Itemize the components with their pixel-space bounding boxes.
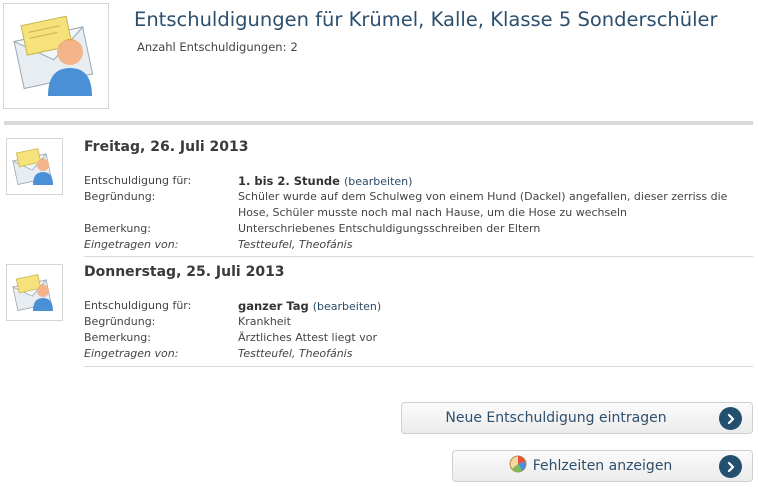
page-title: Entschuldigungen für Krümel, Kalle, Klas… [134, 8, 718, 31]
row-entered-by: Eingetragen von: Testteufel, Theofánis [84, 237, 754, 253]
edit-link[interactable]: (bearbeiten) [344, 175, 412, 188]
remark-label: Bemerkung: [84, 222, 151, 235]
count-label: Anzahl Entschuldigungen: [137, 40, 287, 54]
reason-label: Begründung: [84, 315, 156, 328]
entry-divider [84, 366, 753, 367]
entered-by-value: Testteufel, Theofánis [238, 347, 353, 360]
clock-chart-icon [509, 455, 527, 473]
entered-by-label: Eingetragen von: [84, 347, 179, 360]
entry-date: Donnerstag, 25. Juli 2013 [84, 264, 285, 280]
excuse-for-value: ganzer Tag [238, 299, 309, 313]
chevron-right-icon [719, 407, 742, 430]
excuse-for-label: Entschuldigung für: [84, 299, 192, 312]
show-absences-label: Fehlzeiten anzeigen [532, 458, 673, 474]
entry-details: Entschuldigung für: ganzer Tag (bearbeite… [84, 298, 754, 362]
entered-by-label: Eingetragen von: [84, 238, 179, 251]
row-reason: Begründung: Krankheit [84, 314, 754, 330]
reason-label: Begründung: [84, 190, 156, 203]
show-absences-label-wrap: Fehlzeiten anzeigen [453, 451, 710, 481]
entry-envelope-icon [6, 138, 63, 195]
excuse-for-label: Entschuldigung für: [84, 174, 192, 187]
entry-envelope-icon [6, 264, 63, 321]
edit-link[interactable]: (bearbeiten) [313, 300, 381, 313]
chevron-right-icon [719, 455, 742, 478]
reason-value: Schüler wurde auf dem Schulweg von einem… [238, 190, 728, 219]
show-absences-button[interactable]: Fehlzeiten anzeigen [452, 450, 753, 482]
remark-value: Ärztliches Attest liegt vor [238, 331, 377, 344]
reason-value: Krankheit [238, 315, 291, 328]
entered-by-value: Testteufel, Theofánis [238, 238, 353, 251]
row-remark: Bemerkung: Ärztliches Attest liegt vor [84, 330, 754, 346]
remark-value: Unterschriebenes Entschuldigungsschreibe… [238, 222, 541, 235]
count-value: 2 [290, 40, 298, 54]
row-excuse-for: Entschuldigung für: 1. bis 2. Stunde (bea… [84, 173, 754, 189]
row-remark: Bemerkung: Unterschriebenes Entschuldigu… [84, 221, 754, 237]
student-envelope-icon [3, 3, 109, 109]
excuse-for-value: 1. bis 2. Stunde [238, 174, 340, 188]
header-divider [4, 121, 753, 125]
remark-label: Bemerkung: [84, 331, 151, 344]
new-excuse-button[interactable]: Neue Entschuldigung eintragen [401, 402, 753, 434]
excuse-for-value-wrap: 1. bis 2. Stunde (bearbeiten) [238, 173, 750, 190]
excuse-for-value-wrap: ganzer Tag (bearbeiten) [238, 298, 750, 315]
entry-details: Entschuldigung für: 1. bis 2. Stunde (bea… [84, 173, 754, 253]
new-excuse-label: Neue Entschuldigung eintragen [445, 410, 667, 426]
entry-date: Freitag, 26. Juli 2013 [84, 139, 249, 155]
entry-divider [84, 256, 753, 257]
excuse-count: Anzahl Entschuldigungen: 2 [137, 40, 298, 54]
row-entered-by: Eingetragen von: Testteufel, Theofánis [84, 346, 754, 362]
row-excuse-for: Entschuldigung für: ganzer Tag (bearbeite… [84, 298, 754, 314]
row-reason: Begründung: Schüler wurde auf dem Schulw… [84, 189, 754, 221]
